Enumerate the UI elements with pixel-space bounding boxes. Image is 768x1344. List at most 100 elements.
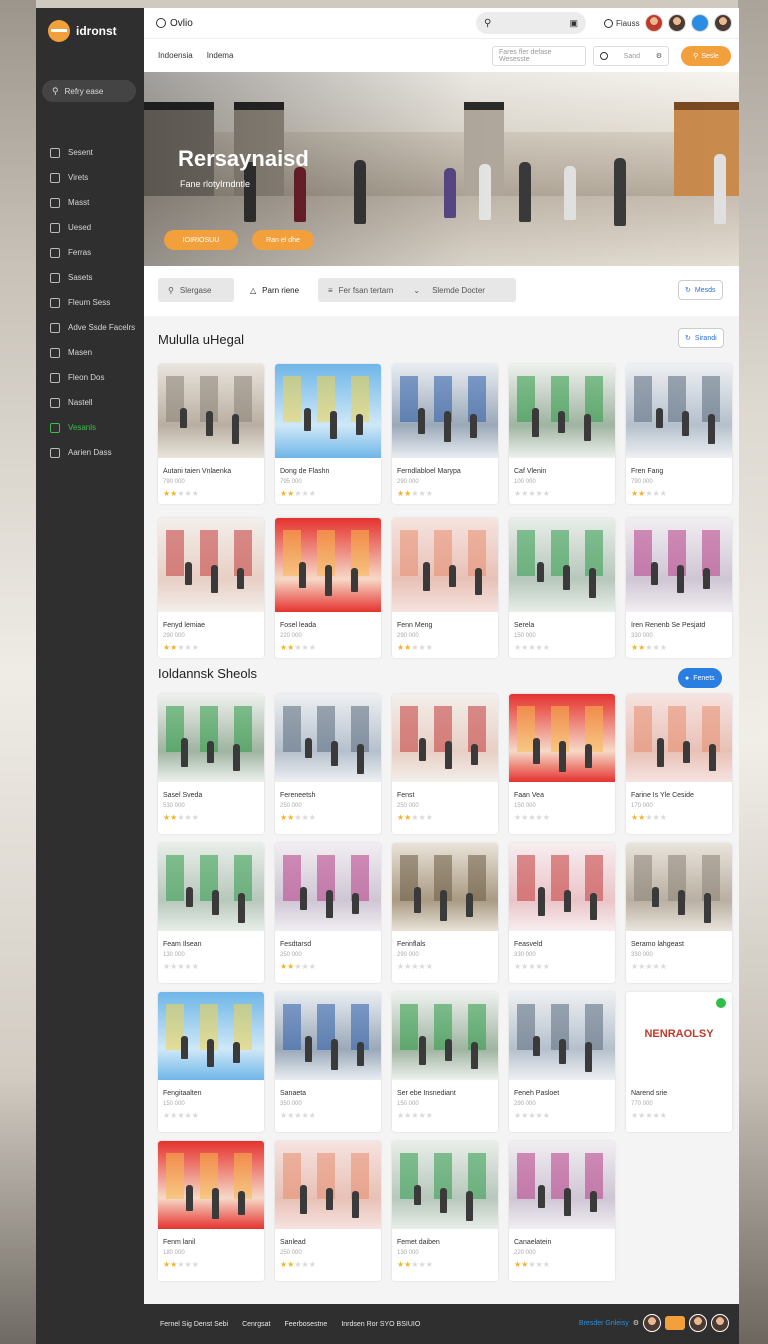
product-image[interactable]: [392, 364, 498, 458]
product-card[interactable]: Ser ebe Insnediant 150 000 ★★★★★: [392, 992, 498, 1132]
product-name[interactable]: Ferndlabloel Marypa: [397, 468, 461, 475]
product-image[interactable]: [275, 694, 381, 782]
product-card[interactable]: Caf Vlenin 100 000 ★★★★★: [509, 364, 615, 504]
product-image[interactable]: [509, 992, 615, 1080]
product-card[interactable]: Dong de Flashn 795 000 ★★★★★: [275, 364, 381, 504]
product-name[interactable]: Iren Renenb Se Pesjatd: [631, 622, 705, 629]
footer-right-label[interactable]: Bresder Gnleisy: [579, 1320, 629, 1327]
product-card[interactable]: Iren Renenb Se Pesjatd 330 000 ★★★★★: [626, 518, 732, 658]
product-image[interactable]: [392, 843, 498, 931]
tag-icon[interactable]: [665, 1316, 685, 1330]
product-name[interactable]: Serela: [514, 622, 534, 629]
product-name[interactable]: Seramo lahgeast: [631, 941, 684, 948]
product-image[interactable]: [158, 1141, 264, 1229]
filter-chip-category[interactable]: ⚲ Slergase: [158, 278, 234, 302]
product-card[interactable]: Ferndlabloel Marypa 290 000 ★★★★★: [392, 364, 498, 504]
product-name[interactable]: Fenn Meng: [397, 622, 432, 629]
product-card[interactable]: Fenst 250 000 ★★★★★: [392, 694, 498, 834]
product-image[interactable]: [509, 843, 615, 931]
top-search[interactable]: ⚲ ▣: [476, 12, 586, 34]
avatar[interactable]: [644, 14, 663, 32]
product-name[interactable]: Fenm lanil: [163, 1239, 195, 1246]
product-image[interactable]: [392, 518, 498, 612]
avatar[interactable]: [689, 1314, 707, 1332]
product-image[interactable]: [275, 364, 381, 458]
product-card[interactable]: Seramo lahgeast 330 000 ★★★★★: [626, 843, 732, 983]
product-image[interactable]: [158, 694, 264, 782]
product-name[interactable]: Farine Is Yle Ceside: [631, 792, 694, 799]
product-image[interactable]: [392, 992, 498, 1080]
product-name[interactable]: Fenyd lemiae: [163, 622, 205, 629]
avatar[interactable]: [643, 1314, 661, 1332]
hero-primary-button[interactable]: IOIRIOSUU: [164, 230, 238, 250]
footer-link[interactable]: Fernel Sig Denst Sebi: [160, 1321, 228, 1328]
avatar[interactable]: [711, 1314, 729, 1332]
gear-icon[interactable]: ⚙: [633, 1319, 639, 1327]
product-image[interactable]: [626, 843, 732, 931]
product-card[interactable]: Fenm lanil 180 000 ★★★★★: [158, 1141, 264, 1281]
sidebar-item[interactable]: Aarien Dass: [50, 440, 140, 465]
hero-secondary-button[interactable]: Ran el dhe: [252, 230, 314, 250]
sidebar-item[interactable]: Sasets: [50, 265, 140, 290]
product-name[interactable]: Sasel Sveda: [163, 792, 202, 799]
product-name[interactable]: Feneh Pasloet: [514, 1090, 559, 1097]
camera-icon[interactable]: ▣: [569, 18, 578, 29]
product-name[interactable]: Fengitaalten: [163, 1090, 202, 1097]
sidebar-item[interactable]: Fleum Sess: [50, 290, 140, 315]
product-name[interactable]: Feasveld: [514, 941, 542, 948]
product-name[interactable]: Sanlead: [280, 1239, 306, 1246]
product-card[interactable]: Fenn Meng 290 000 ★★★★★: [392, 518, 498, 658]
product-card[interactable]: Fereneetsh 250 000 ★★★★★: [275, 694, 381, 834]
product-name[interactable]: Narend srie: [631, 1090, 667, 1097]
product-name[interactable]: Femet daiben: [397, 1239, 440, 1246]
section1-action-button[interactable]: ↻ Sirandi: [678, 328, 724, 348]
footer-link[interactable]: Inrdsen Ror SYO BSIUIO: [341, 1321, 420, 1328]
product-card[interactable]: Fesdtarsd 250 000 ★★★★★: [275, 843, 381, 983]
product-card[interactable]: Feam Ilsean 130 000 ★★★★★: [158, 843, 264, 983]
product-image[interactable]: [392, 694, 498, 782]
product-card[interactable]: NENRAOLSY Narend srie 770 000 ★★★★★: [626, 992, 732, 1132]
product-image[interactable]: [275, 992, 381, 1080]
notification-icon[interactable]: [690, 14, 709, 32]
sidebar-item[interactable]: Masen: [50, 340, 140, 365]
sidebar-item[interactable]: Masst: [50, 190, 140, 215]
product-card[interactable]: Fosel leada 220 000 ★★★★★: [275, 518, 381, 658]
brand[interactable]: idronst: [48, 18, 117, 44]
product-image[interactable]: NENRAOLSY: [626, 992, 732, 1080]
product-image[interactable]: [275, 518, 381, 612]
product-card[interactable]: Fengitaalten 150 000 ★★★★★: [158, 992, 264, 1132]
product-card[interactable]: Feasveld 330 000 ★★★★★: [509, 843, 615, 983]
product-image[interactable]: [626, 518, 732, 612]
product-name[interactable]: Sanaeta: [280, 1090, 306, 1097]
product-image[interactable]: [275, 1141, 381, 1229]
product-image[interactable]: [158, 518, 264, 612]
product-name[interactable]: Ser ebe Insnediant: [397, 1090, 456, 1097]
tab-indoensia[interactable]: Indoensia: [158, 51, 193, 60]
product-image[interactable]: [626, 694, 732, 782]
product-image[interactable]: [158, 992, 264, 1080]
product-image[interactable]: [509, 694, 615, 782]
sidebar-search[interactable]: ⚲ Refry ease: [42, 80, 136, 102]
app-title[interactable]: Ovlio: [156, 18, 193, 29]
product-image[interactable]: [275, 843, 381, 931]
sidebar-item[interactable]: Adve Ssde Facelrs: [50, 315, 140, 340]
product-card[interactable]: Autani taien Vnlaenka 790 000 ★★★★★: [158, 364, 264, 504]
product-name[interactable]: Caf Vlenin: [514, 468, 546, 475]
footer-link[interactable]: Feerbosestne: [285, 1321, 328, 1328]
product-card[interactable]: Farine Is Yle Ceside 170 000 ★★★★★: [626, 694, 732, 834]
product-image[interactable]: [392, 1141, 498, 1229]
product-card[interactable]: Sanaeta 350 000 ★★★★★: [275, 992, 381, 1132]
product-name[interactable]: Faan Vea: [514, 792, 544, 799]
product-name[interactable]: Autani taien Vnlaenka: [163, 468, 231, 475]
filter-right-button[interactable]: ↻ Mesds: [678, 280, 723, 300]
sidebar-item[interactable]: Virets: [50, 165, 140, 190]
product-card[interactable]: Canaelatein 220 000 ★★★★★: [509, 1141, 615, 1281]
section2-action-button[interactable]: ● Fenets: [678, 668, 722, 688]
product-image[interactable]: [509, 518, 615, 612]
product-card[interactable]: Feneh Pasloet 290 000 ★★★★★: [509, 992, 615, 1132]
product-card[interactable]: Femet daiben 130 000 ★★★★★: [392, 1141, 498, 1281]
user-menu[interactable]: Fiauss: [604, 18, 640, 28]
product-name[interactable]: Fennflals: [397, 941, 425, 948]
product-image[interactable]: [509, 1141, 615, 1229]
product-card[interactable]: Fren Fang 790 000 ★★★★★: [626, 364, 732, 504]
